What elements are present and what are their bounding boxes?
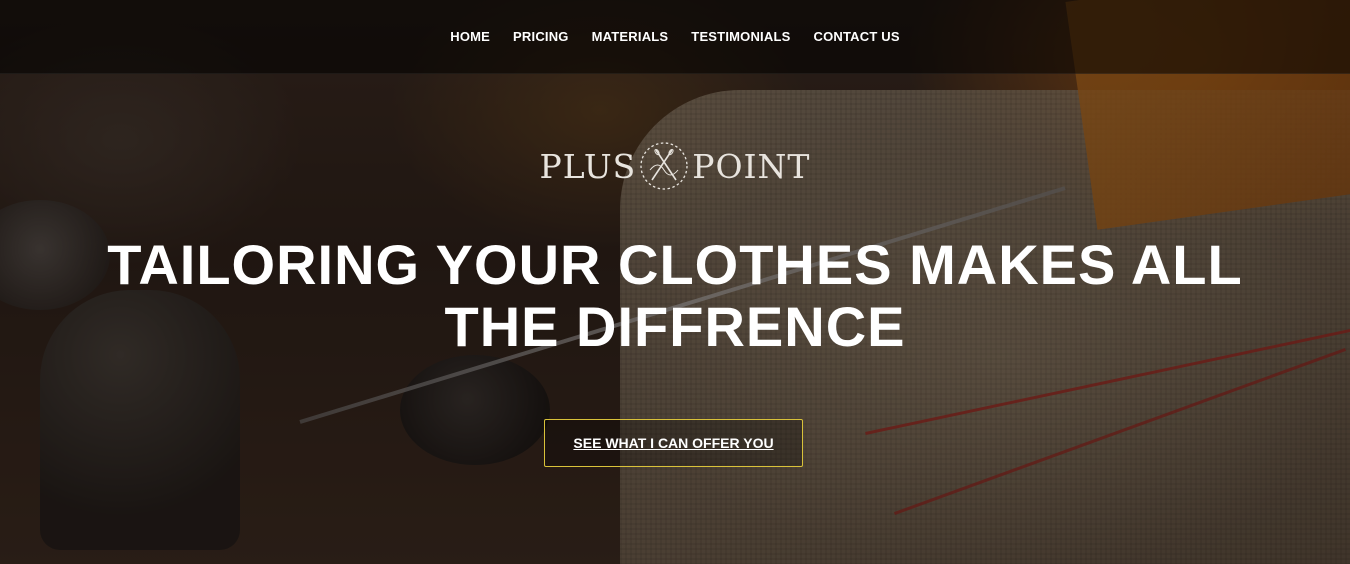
nav-link-testimonials[interactable]: TESTIMONIALS	[680, 29, 802, 44]
site-logo[interactable]: PLUS POINT	[0, 140, 1350, 192]
top-navbar: HOME PRICING MATERIALS TESTIMONIALS CONT…	[0, 0, 1350, 74]
nav-item-pricing: PRICING	[502, 29, 581, 44]
nav-link-pricing[interactable]: PRICING	[502, 29, 581, 44]
nav-item-contact: CONTACT US	[802, 29, 911, 44]
crossed-needles-icon	[638, 140, 690, 192]
see-offer-button[interactable]: SEE WHAT I CAN OFFER YOU	[544, 419, 803, 467]
logo-word-left: PLUS	[539, 146, 637, 186]
nav-link-materials[interactable]: MATERIALS	[580, 29, 680, 44]
logo-word-right: POINT	[692, 146, 811, 186]
nav-item-home: HOME	[439, 29, 502, 44]
nav-item-testimonials: TESTIMONIALS	[680, 29, 802, 44]
hero-headline: TAILORING YOUR CLOTHES MAKES ALL THE DIF…	[107, 233, 1243, 358]
nav-item-materials: MATERIALS	[580, 29, 680, 44]
nav-link-home[interactable]: HOME	[439, 29, 502, 44]
nav-link-contact-us[interactable]: CONTACT US	[802, 29, 911, 44]
nav-menu: HOME PRICING MATERIALS TESTIMONIALS CONT…	[439, 29, 912, 44]
